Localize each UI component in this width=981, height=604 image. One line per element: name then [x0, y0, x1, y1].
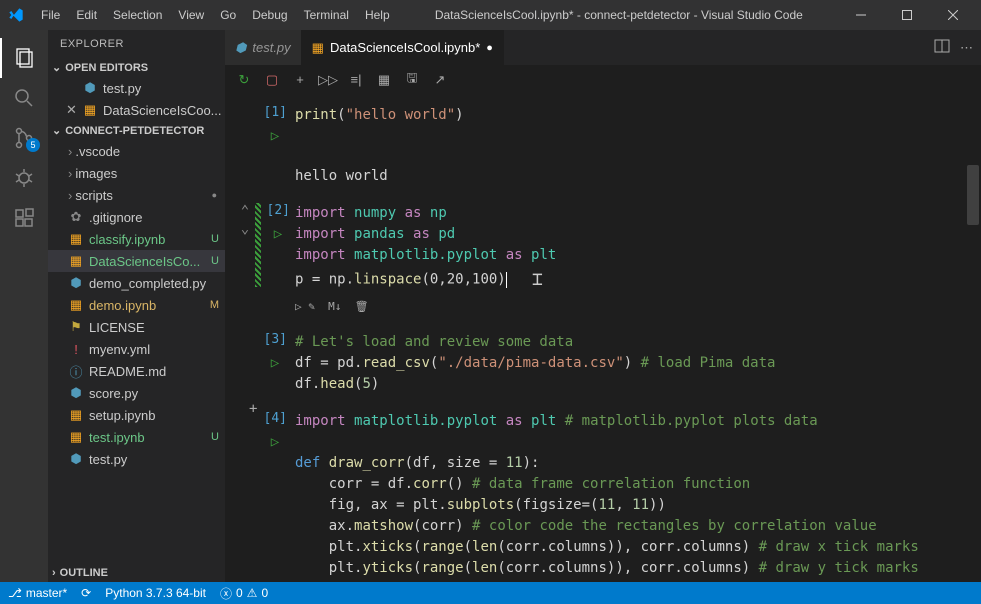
interrupt-icon[interactable]: ▢ [263, 71, 281, 89]
save-icon[interactable]: 🖫 [403, 71, 421, 89]
open-editor-item[interactable]: ⬢test.py [48, 77, 225, 99]
editor-area: ⬢test.py ▦DataScienceIsCool.ipynb*● ⋯ ↻ … [225, 30, 981, 582]
code-content[interactable]: print("hello world")hello world [295, 105, 961, 187]
project-header[interactable]: ⌄CONNECT-PETDETECTOR [48, 121, 225, 140]
source-control-icon[interactable]: 5 [0, 118, 48, 158]
file-item[interactable]: ⬢test.py [48, 448, 225, 470]
close-button[interactable] [933, 1, 973, 29]
code-content[interactable]: import matplotlib.pyplot as plt # matplo… [295, 411, 961, 579]
tab-datascience[interactable]: ▦DataScienceIsCool.ipynb*● [302, 30, 504, 65]
menu-selection[interactable]: Selection [106, 6, 169, 24]
editor-tabs: ⬢test.py ▦DataScienceIsCool.ipynb*● ⋯ [225, 30, 981, 65]
file-item[interactable]: ⬢score.py [48, 382, 225, 404]
activity-bar: 5 [0, 30, 48, 582]
outline-header[interactable]: ›OUTLINE [48, 564, 225, 582]
menu-view[interactable]: View [171, 6, 211, 24]
cell-action-bar[interactable]: ▷ ✎ M↓ 🗑 [295, 299, 961, 316]
menu-help[interactable]: Help [358, 6, 397, 24]
more-actions-icon[interactable]: ⋯ [960, 40, 973, 56]
split-editor-icon[interactable] [934, 38, 950, 57]
folder-item[interactable]: ›scripts● [48, 184, 225, 206]
sidebar-title: EXPLORER [48, 30, 225, 58]
notebook-toolbar: ↻ ▢ + ▷▷ ≡| ▦ 🖫 ↗ [225, 65, 981, 95]
open-editors-header[interactable]: ⌄OPEN EDITORS [48, 58, 225, 77]
run-cell-icon[interactable]: ▷ [274, 226, 282, 242]
warning-icon: ⚠ [247, 586, 258, 600]
menu-terminal[interactable]: Terminal [297, 6, 356, 24]
menu-file[interactable]: File [34, 6, 67, 24]
add-cell-icon[interactable]: + [291, 71, 309, 89]
branch-icon: ⎇ [8, 586, 22, 600]
file-item[interactable]: ▦setup.ipynb [48, 404, 225, 426]
dirty-indicator-icon: ● [486, 42, 493, 54]
file-item[interactable]: ▦test.ipynbU [48, 426, 225, 448]
code-cell[interactable]: [1] ▷ print("hello world")hello world [235, 105, 961, 187]
restart-icon[interactable]: ↻ [235, 71, 253, 89]
window-title: DataScienceIsCool.ipynb* - connect-petde… [397, 8, 841, 22]
close-icon: ✕ [66, 102, 80, 118]
cell-number: [1] [259, 105, 291, 120]
folder-item[interactable]: ›.vscode [48, 140, 225, 162]
code-content[interactable]: # Let's load and review some data df = p… [295, 332, 961, 395]
git-branch[interactable]: ⎇master* [8, 586, 67, 600]
file-item[interactable]: ▦demo.ipynbM [48, 294, 225, 316]
file-item[interactable]: ⓘREADME.md [48, 360, 225, 382]
maximize-button[interactable] [887, 1, 927, 29]
cell-number: [3] [259, 332, 291, 347]
menu-debug[interactable]: Debug [245, 6, 294, 24]
file-item[interactable]: ⬢demo_completed.py [48, 272, 225, 294]
error-icon: ⓧ [220, 585, 232, 602]
vscode-logo-icon [8, 7, 24, 23]
add-cell-below-icon[interactable]: + [249, 401, 257, 417]
main-menu: File Edit Selection View Go Debug Termin… [34, 6, 397, 24]
python-interpreter[interactable]: Python 3.7.3 64-bit [105, 586, 206, 600]
file-item[interactable]: ▦classify.ipynbU [48, 228, 225, 250]
folder-item[interactable]: ›images [48, 162, 225, 184]
sync-button[interactable]: ⟳ [81, 586, 91, 600]
status-bar: ⎇master* ⟳ Python 3.7.3 64-bit ⓧ0 ⚠0 [0, 582, 981, 604]
notebook-body[interactable]: [1] ▷ print("hello world")hello world ⌃ ⌄ … [225, 95, 981, 582]
run-cell-icon[interactable]: ▷ [271, 128, 279, 144]
scm-badge: 5 [26, 138, 40, 152]
open-editor-item[interactable]: ✕▦DataScienceIsCoo... [48, 99, 225, 121]
toolbar-icon[interactable]: ≡| [347, 71, 365, 89]
problems[interactable]: ⓧ0 ⚠0 [220, 585, 268, 602]
sync-icon: ⟳ [81, 586, 91, 600]
code-content[interactable]: import numpy as np import pandas as pd i… [295, 203, 961, 316]
file-item[interactable]: !myenv.yml [48, 338, 225, 360]
file-item[interactable]: ⚑LICENSE [48, 316, 225, 338]
code-cell[interactable]: [4] ▷ import matplotlib.pyplot as plt # m… [235, 411, 961, 579]
run-cell-icon[interactable]: ▷ [271, 434, 279, 450]
extensions-icon[interactable] [0, 198, 48, 238]
cell-number: [4] [259, 411, 291, 426]
minimize-button[interactable] [841, 1, 881, 29]
debug-icon[interactable] [0, 158, 48, 198]
scrollbar-vertical[interactable] [967, 165, 979, 225]
code-cell[interactable]: [3] ▷ # Let's load and review some data d… [235, 332, 961, 395]
menu-go[interactable]: Go [213, 6, 243, 24]
export-icon[interactable]: ↗ [431, 71, 449, 89]
explorer-icon[interactable] [0, 38, 48, 78]
code-cell[interactable]: ⌃ ⌄ [2] ▷ import numpy as np import pandas… [235, 203, 961, 316]
tab-test-py[interactable]: ⬢test.py [225, 30, 302, 65]
file-item[interactable]: ▦DataScienceIsCo...U [48, 250, 225, 272]
fold-up-icon[interactable]: ⌃ [241, 203, 249, 219]
search-icon[interactable] [0, 78, 48, 118]
file-item[interactable]: ✿.gitignore [48, 206, 225, 228]
sidebar: EXPLORER ⌄OPEN EDITORS ⬢test.py ✕▦DataSc… [48, 30, 225, 582]
fold-down-icon[interactable]: ⌄ [241, 221, 249, 237]
cell-output: hello world [295, 166, 961, 187]
variables-icon[interactable]: ▦ [375, 71, 393, 89]
run-all-icon[interactable]: ▷▷ [319, 71, 337, 89]
run-cell-icon[interactable]: ▷ [271, 355, 279, 371]
title-bar: File Edit Selection View Go Debug Termin… [0, 0, 981, 30]
window-controls [841, 1, 973, 29]
menu-edit[interactable]: Edit [69, 6, 104, 24]
cell-number: [2] [262, 203, 294, 218]
